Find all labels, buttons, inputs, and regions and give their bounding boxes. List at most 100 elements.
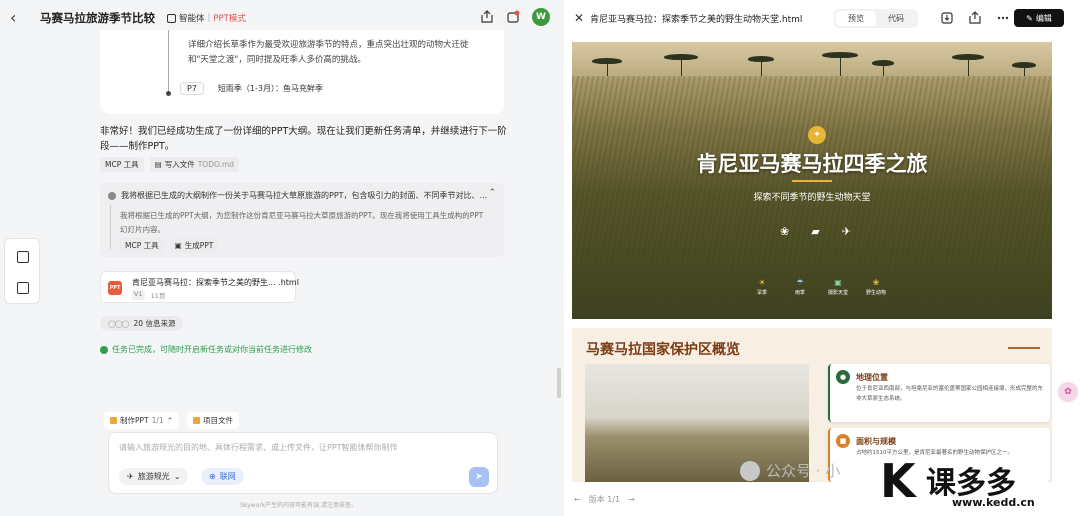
composer-input[interactable]: 请输入旅游规光的目的地、具体行程需求、或上传文件，让PPT智能体帮你制作 <box>119 442 398 453</box>
send-icon: ➤ <box>475 472 483 482</box>
tab-preview[interactable]: 预览 <box>836 11 876 26</box>
outline-item: P7 短雨季（1-3月）：鱼马充鲜季 <box>180 82 323 95</box>
bird-icon: ✈ <box>841 225 851 238</box>
mcp-tool-chip[interactable]: MCP 工具 <box>100 157 144 172</box>
download-icon[interactable] <box>940 11 954 25</box>
tree-trunk <box>607 62 608 76</box>
file-version: V1 <box>132 290 145 300</box>
brand-url: www.kedd.cn <box>952 496 1035 509</box>
wechat-icon <box>740 460 760 481</box>
globe-icon: ⊕ <box>209 472 216 481</box>
tree-trunk <box>761 60 762 76</box>
tab-project-files[interactable]: 项目文件 <box>187 412 240 429</box>
folder-icon <box>193 417 201 424</box>
camera-icon: ▣ <box>834 278 842 287</box>
tool-chips: MCP 工具 ▤ 写入文件 TODO.md <box>100 157 240 172</box>
outline-card: 详细介绍长草季作为最受欢迎旅游季节的特点，重点突出壮观的动物大迁徙和"天堂之渡"… <box>100 30 504 114</box>
brand-watermark: K 课多多 www.kedd.cn <box>868 452 1080 516</box>
preview-file-title: 肯尼亚马赛马拉：探索季节之美的野生动物天堂.html <box>590 15 803 25</box>
sources-icon: ◯◯◯ <box>108 319 129 328</box>
rain-icon: ☂ <box>796 278 804 287</box>
info-card-text: 位于肯尼亚西南部，与坦桑尼亚的塞伦盖蒂国家公园相连接壤，形成完整的东非大草原生态… <box>856 386 1044 402</box>
thinking-tools: MCP 工具 ▣ 生成PPT <box>120 238 219 253</box>
panel-splitter[interactable] <box>557 368 561 398</box>
hero-subtitle: 探索不同季节的野生动物天堂 <box>753 193 871 203</box>
agent-icon <box>167 13 176 23</box>
outline-page-number: P7 <box>180 82 204 95</box>
close-icon[interactable]: ✕ <box>574 11 584 25</box>
season-item: ▣ 摄影天堂 <box>827 278 848 296</box>
file-icon: ▤ <box>154 160 162 169</box>
file-name: 肯尼亚马赛马拉：探索季节之美的野生... .html <box>132 278 299 287</box>
wechat-watermark: 公众号 · 小 <box>740 460 840 481</box>
back-arrow-icon[interactable]: ‹ <box>10 10 24 26</box>
tab-make-ppt[interactable]: 制作PPT 1/1 ⌃ <box>104 412 180 429</box>
pencil-icon: ✎ <box>1026 13 1033 23</box>
tree-trunk <box>681 58 682 76</box>
agent-tag: 智能体 | PPT模式 <box>167 12 246 24</box>
next-arrow-icon[interactable]: → <box>628 495 635 504</box>
sun-icon: ☀ <box>758 278 766 287</box>
composer[interactable]: 请输入旅游规光的目的地、具体行程需求、或上传文件，让PPT智能体帮你制作 ✈ 旅… <box>108 432 498 494</box>
edit-button[interactable]: ✎ 编辑 <box>1014 9 1064 27</box>
info-card-location: ● 地理位置 位于肯尼亚西南部，与坦桑尼亚的塞伦盖蒂国家公园相连接壤，形成完整的… <box>828 364 1050 422</box>
tree-trunk <box>1024 66 1025 76</box>
hero-divider <box>792 180 832 182</box>
generated-file-card[interactable]: PPT 肯尼亚马赛马拉：探索季节之美的野生... .html V1 11页 <box>100 271 299 303</box>
info-card-title: 地理位置 <box>856 373 888 382</box>
thinking-block: 我将根据已生成的大纲制作一份关于马赛马拉大草原旅游的PPT，包含吸引力的封面、不… <box>100 183 504 257</box>
location-pin-icon: ● <box>836 370 850 384</box>
prev-arrow-icon[interactable]: ← <box>574 495 581 504</box>
outline-description: 详细介绍长草季作为最受欢迎旅游季节的特点，重点突出壮观的动物大迁徙和"天堂之渡"… <box>188 40 469 65</box>
more-icon[interactable] <box>996 11 1010 25</box>
animal-icons: ❀ ▰ ✈ <box>780 225 851 238</box>
sources-button[interactable]: ◯◯◯ 20 信息来源 <box>100 316 184 331</box>
bottom-tabs: 制作PPT 1/1 ⌃ 项目文件 <box>104 412 240 429</box>
floating-assistant-icon[interactable]: ✿ <box>1058 382 1078 402</box>
chevron-up-icon: ⌃ <box>166 416 174 425</box>
share-icon[interactable] <box>480 10 494 24</box>
tree-trunk <box>968 58 969 76</box>
chat-title: 马赛马拉旅游季节比较 <box>40 11 155 25</box>
preview-footer: ← 版本 1/1 → <box>574 494 635 505</box>
season-item: ☀ 旱季 <box>756 278 767 296</box>
tab-code[interactable]: 代码 <box>876 11 916 26</box>
avatar[interactable]: W <box>532 8 550 26</box>
thinking-header[interactable]: 我将根据已生成的大纲制作一份关于马赛马拉大草原旅游的PPT，包含吸引力的封面、不… <box>108 190 487 201</box>
outline-item-title: 短雨季（1-3月）：鱼马充鲜季 <box>217 84 323 93</box>
chat-panel: ‹ 马赛马拉旅游季节比较 智能体 | PPT模式 W 详细介绍长草季作为最受欢迎… <box>0 0 560 516</box>
season-item: ☂ 雨季 <box>794 278 805 296</box>
send-button[interactable]: ➤ <box>469 467 489 487</box>
notification-icon[interactable] <box>506 10 520 24</box>
hippo-icon: ▰ <box>811 225 820 238</box>
check-circle-icon <box>100 345 108 354</box>
file-meta: V1 11页 <box>132 290 165 300</box>
write-file-chip[interactable]: ▤ 写入文件 TODO.md <box>149 157 240 172</box>
outline-line <box>168 30 169 94</box>
disclaimer: Skywork产生的内容可能有误,请注意核查。 <box>240 502 358 509</box>
add-icon[interactable] <box>17 282 29 294</box>
ppt-tab-icon <box>110 417 117 424</box>
collapse-panel-icon[interactable] <box>17 251 29 263</box>
hero-title: 肯尼亚马赛马拉四季之旅 <box>696 152 928 176</box>
travel-mode-dropdown[interactable]: ✈ 旅游规光 ⌄ <box>119 468 189 485</box>
task-done-status: 任务已完成，可随时开启新任务或对你当前任务进行修改 <box>100 344 312 355</box>
share-icon[interactable] <box>968 11 982 25</box>
version-label: 版本 1/1 <box>588 495 621 504</box>
brand-logo-icon: K <box>880 454 916 508</box>
mcp-tool-chip[interactable]: MCP 工具 <box>120 238 164 253</box>
preview-panel: ✕ 肯尼亚马赛马拉：探索季节之美的野生动物天堂.html 预览 代码 ✎ 编辑 <box>564 0 1080 516</box>
assistant-message: 非常好！我们已经成功生成了一份详细的PPT大纲。现在让我们更新任务清单，并继续进… <box>100 126 507 152</box>
web-search-toggle[interactable]: ⊕ 联网 <box>201 468 244 485</box>
season-list: ☀ 旱季 ☂ 雨季 ▣ 摄影天堂 ❀ 野生动物 <box>750 278 888 296</box>
slide-preview: ✦ 肯尼亚马赛马拉四季之旅 探索不同季节的野生动物天堂 ❀ ▰ ✈ ☀ 旱季 ☂ 雨… <box>572 42 1052 482</box>
topbar-actions: W <box>480 8 550 26</box>
chevron-up-icon[interactable]: ⌃ <box>488 188 496 198</box>
outline-dot <box>166 91 171 96</box>
area-icon: ■ <box>836 434 850 448</box>
section-title: 马赛马拉国家保护区概览 <box>586 342 740 358</box>
hero-sky <box>572 42 1052 78</box>
generate-ppt-chip[interactable]: ▣ 生成PPT <box>169 238 219 253</box>
mode-label: PPT模式 <box>213 14 246 24</box>
section-divider <box>1008 347 1040 349</box>
